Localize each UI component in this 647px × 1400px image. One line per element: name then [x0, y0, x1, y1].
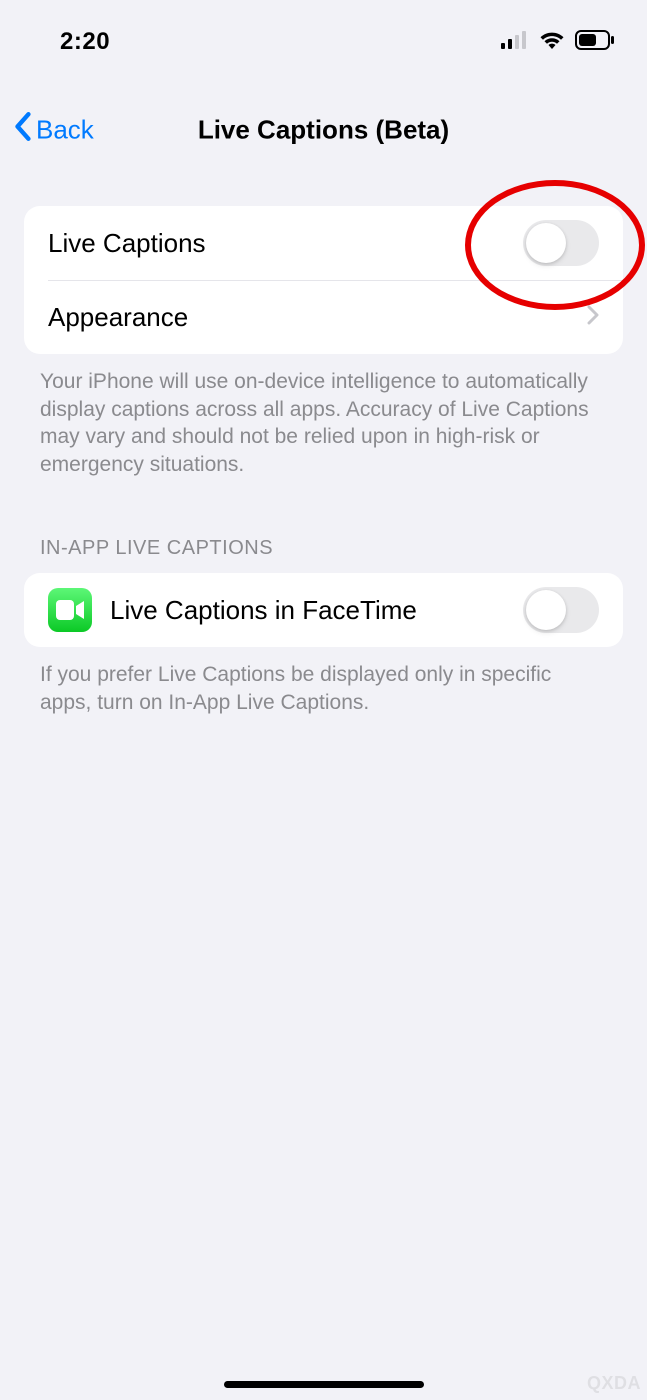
settings-group-inapp: Live Captions in FaceTime — [24, 573, 623, 647]
toggle-knob — [526, 223, 566, 263]
status-right — [501, 30, 615, 55]
appearance-label: Appearance — [48, 302, 587, 333]
facetime-row[interactable]: Live Captions in FaceTime — [24, 573, 623, 647]
chevron-left-icon — [14, 112, 32, 149]
live-captions-row[interactable]: Live Captions — [24, 206, 623, 280]
facetime-icon — [48, 588, 92, 632]
facetime-label: Live Captions in FaceTime — [110, 595, 523, 626]
back-button[interactable]: Back — [14, 112, 94, 149]
wifi-icon — [539, 30, 565, 55]
group2-header: In-App Live Captions — [0, 485, 647, 573]
toggle-knob — [526, 590, 566, 630]
page-title: Live Captions (Beta) — [198, 115, 449, 146]
chevron-right-icon — [587, 305, 599, 330]
back-label: Back — [36, 115, 94, 146]
group1-footer: Your iPhone will use on-device intellige… — [0, 354, 647, 485]
appearance-row[interactable]: Appearance — [24, 280, 623, 354]
status-bar: 2:20 — [0, 0, 647, 70]
home-indicator[interactable] — [224, 1381, 424, 1388]
group2-footer: If you prefer Live Captions be displayed… — [0, 647, 647, 716]
cellular-icon — [501, 31, 529, 54]
live-captions-label: Live Captions — [48, 228, 523, 259]
facetime-toggle[interactable] — [523, 587, 599, 633]
nav-bar: Back Live Captions (Beta) — [0, 100, 647, 160]
status-time: 2:20 — [60, 28, 110, 56]
battery-icon — [575, 30, 615, 55]
live-captions-toggle[interactable] — [523, 220, 599, 266]
settings-group-main: Live Captions Appearance — [24, 206, 623, 354]
watermark: QXDA — [587, 1373, 641, 1394]
